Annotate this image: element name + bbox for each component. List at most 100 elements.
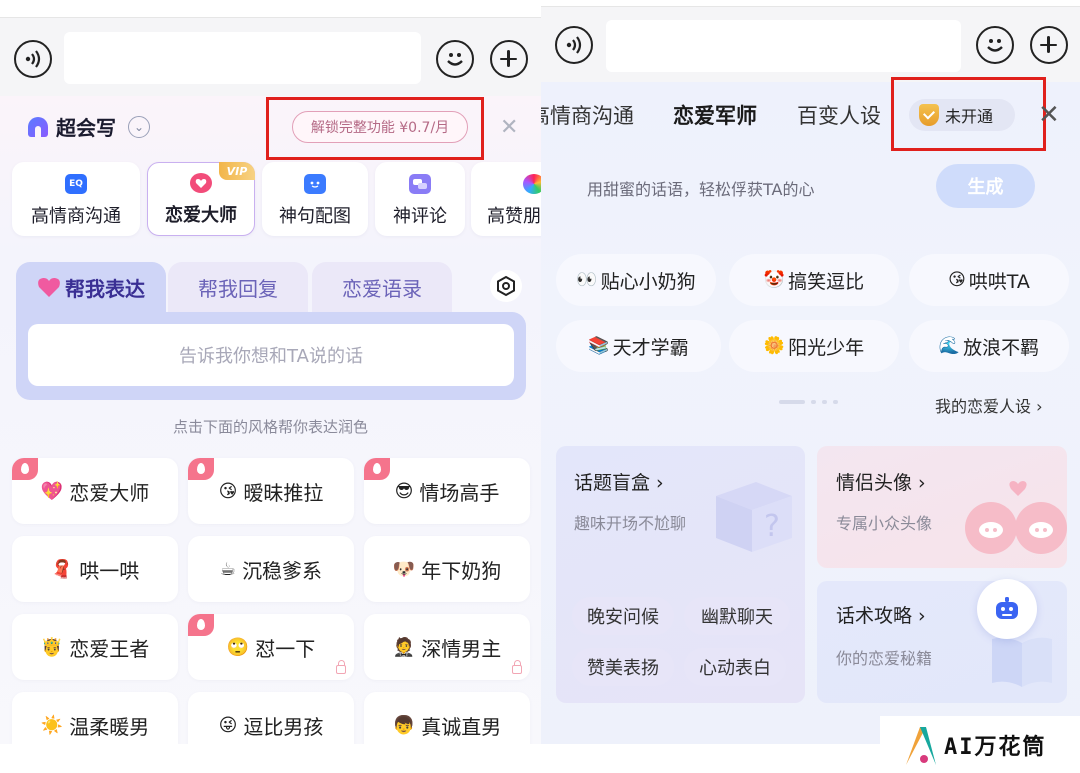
- persona-label: 搞笑逗比: [788, 270, 865, 293]
- tab-persona[interactable]: 百变人设: [797, 100, 881, 130]
- style-emoji: 😎: [394, 480, 414, 502]
- bottom-cutoff: [0, 744, 541, 773]
- tab-eq-communication[interactable]: 高情商沟通: [541, 100, 634, 130]
- moments-icon: [523, 174, 541, 194]
- persona-label: 天才学霸: [612, 336, 689, 359]
- settings-icon[interactable]: [490, 270, 522, 302]
- style-card[interactable]: 💖 恋爱大师: [12, 458, 178, 524]
- close-icon[interactable]: ✕: [1038, 100, 1060, 130]
- persona-emoji: 🌼: [763, 336, 786, 356]
- style-emoji: 👦: [392, 714, 416, 736]
- style-card[interactable]: ☕ 沉稳爹系: [188, 536, 354, 602]
- love-icon: [190, 173, 212, 193]
- heart-icon: [37, 276, 61, 298]
- feature-label: 恋爱大师: [165, 205, 237, 226]
- style-label: 恋爱大师: [69, 480, 150, 505]
- couple-pig-icon: [961, 476, 1067, 560]
- persona-chip[interactable]: 📚 天才学霸: [556, 320, 721, 372]
- brand-switcher[interactable]: 超会写 ⌄: [28, 112, 150, 141]
- couple-avatar-card[interactable]: 情侣头像 › 专属小众头像: [817, 446, 1067, 568]
- style-label: 哄一哄: [79, 558, 140, 583]
- left-panel: 超会写 ⌄ 解锁完整功能 ¥0.7/月 ✕ EQ 高情商沟通 VIP 恋爱大师: [0, 0, 541, 773]
- style-card[interactable]: 🙄 怼一下: [188, 614, 354, 680]
- feature-label: 神句配图: [279, 206, 351, 227]
- watermark-logo-icon: [906, 726, 936, 765]
- express-input[interactable]: 告诉我你想和TA说的话: [28, 324, 514, 386]
- add-icon[interactable]: [490, 40, 528, 78]
- style-card[interactable]: 🤴 恋爱王者: [12, 614, 178, 680]
- persona-chip[interactable]: 🌼 阳光少年: [729, 320, 899, 372]
- topic-chip[interactable]: 晚安问候: [572, 597, 674, 635]
- style-emoji: 🧣: [50, 558, 74, 580]
- lock-icon: [512, 660, 522, 674]
- persona-emoji: 📚: [588, 336, 610, 356]
- voice-icon[interactable]: [14, 40, 52, 78]
- feature-eq-communication[interactable]: EQ 高情商沟通: [12, 162, 140, 236]
- message-input[interactable]: [606, 20, 961, 72]
- persona-chip[interactable]: 👀 贴心小奶狗: [556, 254, 716, 306]
- image-icon: [304, 174, 326, 194]
- generate-button[interactable]: 生成: [936, 164, 1035, 208]
- svg-text:?: ?: [764, 509, 780, 544]
- close-icon[interactable]: ✕: [500, 115, 518, 140]
- chevron-down-icon[interactable]: ⌄: [128, 115, 150, 138]
- persona-chip[interactable]: 😘 哄哄TA: [909, 254, 1069, 306]
- style-emoji: ☕: [219, 558, 237, 580]
- style-label: 恋爱王者: [69, 636, 150, 661]
- emoji-icon[interactable]: [436, 40, 474, 78]
- gift-box-icon: ?: [706, 468, 796, 562]
- highlight-box-unlock: [266, 97, 484, 160]
- watermark: AI万花筒: [880, 716, 1080, 773]
- persona-emoji: 👀: [576, 270, 598, 290]
- style-emoji: ☀️: [40, 714, 64, 736]
- hot-badge-icon: [12, 458, 38, 480]
- persona-chip[interactable]: 🤡 搞笑逗比: [729, 254, 899, 306]
- style-card[interactable]: 😘 暧昧推拉: [188, 458, 354, 524]
- highlight-box-unopened: [891, 77, 1046, 151]
- tab-help-reply[interactable]: 帮我回复: [168, 262, 308, 312]
- style-emoji: 🤴: [40, 636, 64, 658]
- persona-label: 哄哄TA: [968, 270, 1030, 293]
- style-card[interactable]: 🤵 深情男主: [364, 614, 530, 680]
- topic-chip[interactable]: 赞美表扬: [572, 648, 674, 686]
- card-subtitle: 趣味开场不尬聊: [574, 514, 687, 533]
- top-divider: [0, 0, 541, 18]
- feature-love-master[interactable]: VIP 恋爱大师: [147, 162, 255, 236]
- advisor-prompt: 用甜蜜的话语，轻松俘获TA的心: [587, 180, 815, 199]
- feature-image-caption[interactable]: 神句配图: [262, 162, 368, 236]
- style-card[interactable]: 🧣 哄一哄: [12, 536, 178, 602]
- style-card[interactable]: 😎 情场高手: [364, 458, 530, 524]
- message-input[interactable]: [64, 32, 421, 84]
- style-label: 真诚直男: [421, 714, 502, 739]
- add-icon[interactable]: [1030, 26, 1068, 64]
- style-emoji: 🤵: [392, 636, 416, 658]
- feature-comment[interactable]: 神评论: [375, 162, 465, 236]
- topic-chip[interactable]: 幽默聊天: [684, 597, 790, 635]
- my-persona-link[interactable]: 我的恋爱人设 ›: [935, 393, 1043, 417]
- topic-box-card[interactable]: 话题盲盒 › 趣味开场不尬聊 ? 晚安问候 幽默聊天 赞美表扬 心动表白: [556, 446, 805, 703]
- card-title: 话题盲盒 ›: [574, 472, 664, 494]
- style-emoji: 😘: [218, 480, 238, 502]
- style-label: 逗比男孩: [243, 714, 324, 739]
- style-card[interactable]: 🐶 年下奶狗: [364, 536, 530, 602]
- brand-logo-icon: [28, 116, 48, 137]
- feature-label: 高赞朋: [487, 206, 541, 227]
- topic-chip[interactable]: 心动表白: [684, 648, 786, 686]
- tab-label: 帮我回复: [198, 276, 278, 301]
- robot-assistant-icon[interactable]: [977, 579, 1037, 639]
- style-label: 怼一下: [255, 636, 316, 661]
- persona-chip[interactable]: 🌊 放浪不羁: [909, 320, 1069, 372]
- brand-name: 超会写: [56, 116, 116, 140]
- tab-help-express[interactable]: 帮我表达: [16, 262, 166, 312]
- tab-love-advisor[interactable]: 恋爱军师: [673, 100, 757, 130]
- emoji-icon[interactable]: [976, 26, 1014, 64]
- watermark-text: AI万花筒: [944, 734, 1047, 760]
- feature-moments[interactable]: 高赞朋: [471, 162, 541, 236]
- style-label: 暧昧推拉: [243, 480, 324, 505]
- voice-icon[interactable]: [555, 26, 593, 64]
- lock-icon: [336, 660, 346, 674]
- tab-label: 恋爱语录: [342, 276, 422, 301]
- tab-love-quotes[interactable]: 恋爱语录: [312, 262, 452, 312]
- hot-badge-icon: [188, 614, 214, 636]
- hot-badge-icon: [188, 458, 214, 480]
